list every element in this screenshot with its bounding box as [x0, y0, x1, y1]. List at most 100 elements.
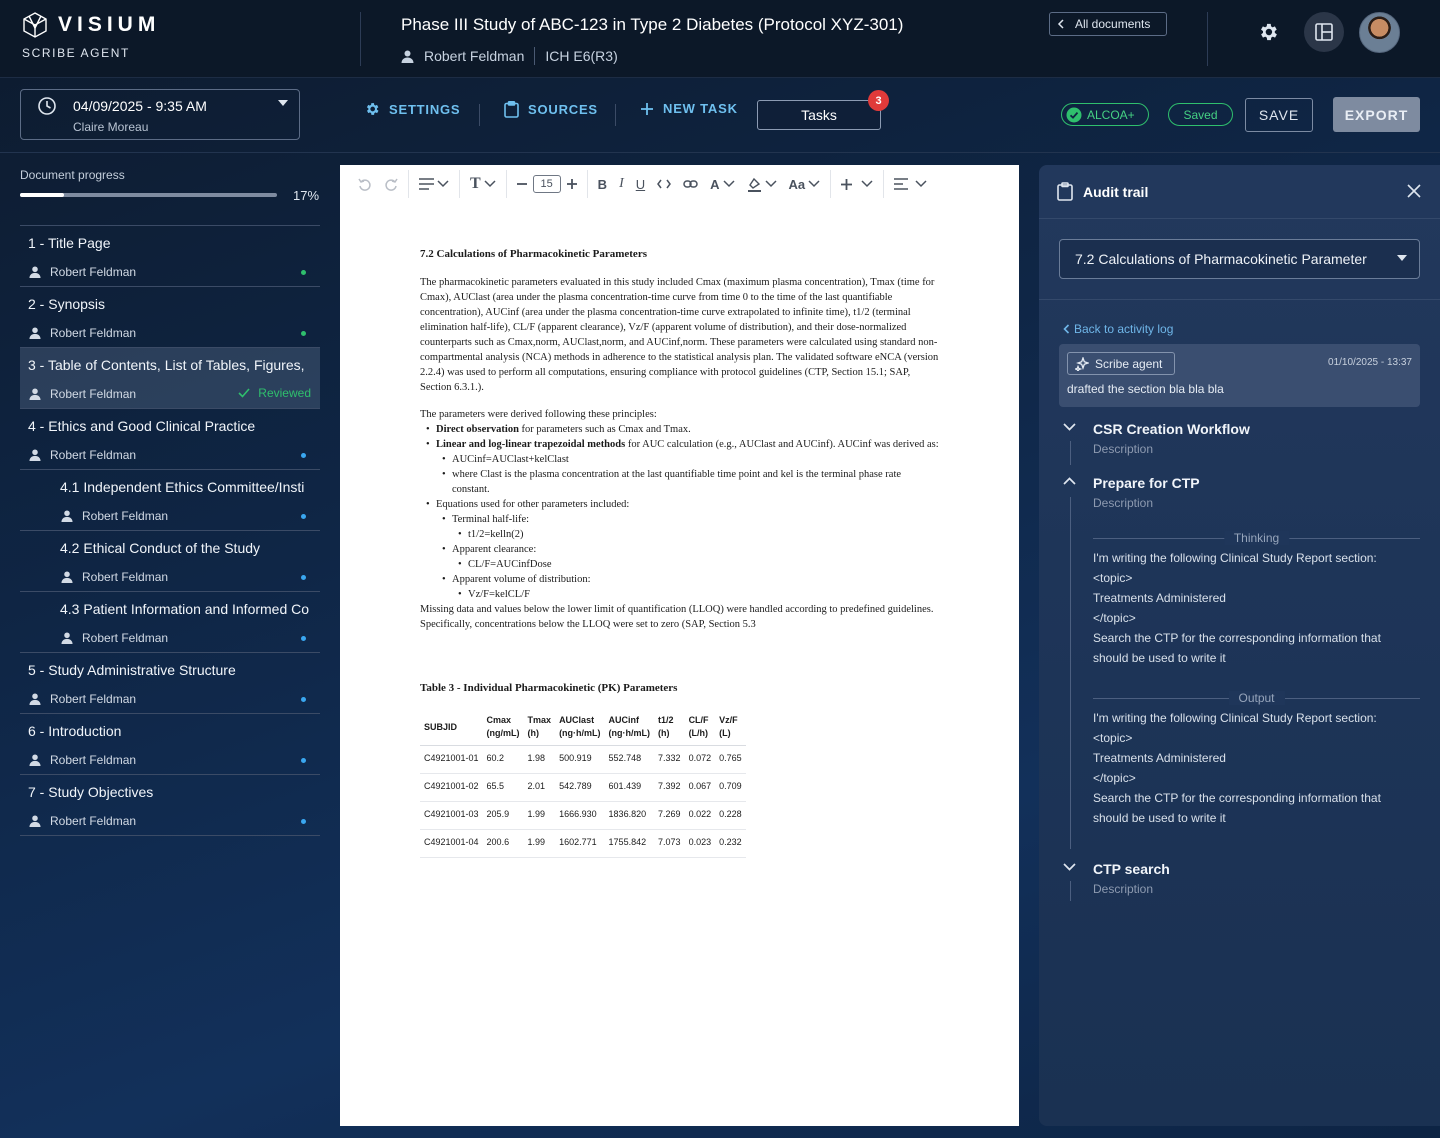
sidebar-section-item[interactable]: 7 - Study Objectives Robert Feldman [20, 775, 320, 836]
layout-toggle-button[interactable] [1304, 12, 1344, 52]
tasks-button[interactable]: Tasks [757, 100, 881, 130]
progress-bar-fill [20, 193, 64, 197]
check-icon [238, 388, 250, 398]
sources-button[interactable]: SOURCES [504, 101, 598, 118]
highlight-color-dropdown[interactable] [741, 171, 783, 197]
table-row: C4921001-04 200.6 1.99 1602.771 1755.842 7.07… [420, 829, 746, 858]
close-icon[interactable] [1407, 184, 1421, 198]
text-line: Search the CTP for the corresponding inf… [1093, 791, 1381, 805]
table-cell: 7.269 [654, 801, 685, 830]
sidebar-section-item[interactable]: 4.2 Ethical Conduct of the Study Robert F… [20, 531, 320, 592]
status-dot [301, 697, 306, 702]
export-button[interactable]: EXPORT [1333, 97, 1420, 132]
section-title: 2 - Synopsis [28, 296, 106, 312]
section-title: 6 - Introduction [28, 723, 122, 739]
layout-icon [1314, 22, 1334, 42]
table-cell: 60.2 [482, 745, 524, 774]
settings-button[interactable]: SETTINGS [364, 101, 460, 117]
save-button[interactable]: SAVE [1245, 98, 1313, 132]
table-column-header: Cmax (ng/mL) [482, 710, 524, 746]
table-cell: C4921001-04 [420, 829, 483, 858]
document-guideline: ICH E6(R3) [545, 48, 618, 64]
text-case-dropdown[interactable]: Aa [783, 171, 827, 197]
sidebar-section-item[interactable]: 4.1 Independent Ethics Committee/Insti Ro… [20, 470, 320, 531]
bold-button[interactable]: B [592, 171, 613, 197]
audit-trail-panel: Audit trail 7.2 Calculations of Pharmaco… [1039, 165, 1440, 1126]
chevron-down-icon[interactable] [1063, 863, 1076, 871]
status-dot [301, 758, 306, 763]
chevron-down-icon[interactable] [1063, 423, 1076, 431]
sidebar-section-item[interactable]: 5 - Study Administrative Structure Robert… [20, 653, 320, 714]
font-color-dropdown[interactable]: A [704, 171, 740, 197]
sidebar-section-item[interactable]: 1 - Title Page Robert Feldman [20, 226, 320, 287]
new-task-button[interactable]: NEW TASK [640, 101, 738, 116]
column-header-name: CL/F [688, 715, 709, 725]
alcoa-label: ALCOA+ [1087, 107, 1135, 122]
text-line: should be used to write it [1093, 811, 1226, 825]
column-header-unit: (ng·h/mL) [559, 728, 601, 738]
sidebar-section-item[interactable]: 3 - Table of Contents, List of Tables, F… [20, 348, 320, 409]
document-editor[interactable]: T 15 B I U A Aa 7.2 Calculations of Phar… [340, 165, 1019, 1126]
document-page[interactable]: 7.2 Calculations of Pharmacokinetic Para… [420, 247, 940, 858]
redo-button[interactable] [378, 171, 404, 197]
italic-button[interactable]: I [613, 171, 630, 197]
section-owner-name: Robert Feldman [50, 326, 137, 340]
all-documents-button[interactable]: All documents [1049, 12, 1167, 36]
table-cell: 7.392 [654, 773, 685, 802]
undo-button[interactable] [352, 171, 378, 197]
column-header-unit: (L/h) [688, 728, 709, 738]
font-size-decrease-button[interactable] [511, 171, 533, 197]
section-owner-name: Robert Feldman [82, 570, 169, 584]
list-item: Direct observation for parameters such a… [420, 422, 940, 437]
brand-logo[interactable]: VISIUM SCRIBE AGENT [22, 12, 160, 60]
text-type-dropdown[interactable]: T [464, 171, 502, 197]
column-header-unit: (h) [527, 728, 540, 738]
settings-gear-button[interactable] [1252, 16, 1284, 48]
table-cell: 1602.771 [555, 829, 605, 858]
underline-button[interactable]: U [630, 171, 651, 197]
workflow-connector [1070, 497, 1071, 849]
link-button[interactable] [677, 171, 704, 197]
list-item: Terminal half-life: [420, 512, 940, 527]
brand-name: VISIUM [58, 13, 161, 36]
align-dropdown[interactable] [888, 171, 933, 197]
chevron-left-icon [1063, 324, 1070, 334]
code-button[interactable] [651, 171, 677, 197]
section-select[interactable]: 7.2 Calculations of Pharmacokinetic Para… [1059, 239, 1420, 279]
chevron-up-icon[interactable] [1063, 477, 1076, 485]
status-dot [301, 514, 306, 519]
output-text: I'm writing the following Clinical Study… [1093, 708, 1423, 828]
table-row: C4921001-01 60.2 1.98 500.919 552.748 7.332 0.… [420, 745, 746, 774]
person-icon [61, 510, 73, 522]
check-circle-icon [1066, 107, 1082, 123]
all-documents-label: All documents [1075, 17, 1151, 31]
version-date: 04/09/2025 - 9:35 AM [73, 98, 207, 114]
version-date-picker[interactable]: 04/09/2025 - 9:35 AM Claire Moreau [20, 89, 300, 140]
sidebar-section-item[interactable]: 4.3 Patient Information and Informed Co R… [20, 592, 320, 653]
insert-dropdown[interactable] [835, 171, 879, 197]
column-header-unit: (ng·h/mL) [608, 728, 651, 738]
toolbar-separator [830, 170, 832, 198]
column-header-name: Vz/F [719, 715, 738, 725]
font-size-input[interactable]: 15 [532, 175, 561, 193]
principles-list: Direct observation for parameters such a… [420, 422, 940, 602]
table-cell: 1.99 [523, 801, 556, 830]
brand-subtitle: SCRIBE AGENT [22, 46, 130, 60]
person-icon [61, 632, 73, 644]
user-avatar[interactable] [1359, 12, 1400, 53]
activity-entry[interactable]: Scribe agent 01/10/2025 - 13:37 drafted … [1059, 344, 1420, 407]
table-cell: 7.073 [654, 829, 685, 858]
sidebar-section-item[interactable]: 4 - Ethics and Good Clinical Practice Rob… [20, 409, 320, 470]
paragraph: The pharmacokinetic parameters evaluated… [420, 277, 939, 393]
font-size-increase-button[interactable] [561, 171, 583, 197]
table-cell: 0.067 [684, 773, 716, 802]
sparkle-icon [1075, 356, 1089, 371]
paragraph-style-dropdown[interactable] [413, 171, 455, 197]
column-header-name: SUBJID [424, 721, 458, 732]
sidebar-section-item[interactable]: 6 - Introduction Robert Feldman [20, 714, 320, 775]
section-title: 4.1 Independent Ethics Committee/Insti [60, 479, 305, 495]
meta-divider [534, 47, 536, 65]
person-icon [29, 754, 41, 766]
back-to-activity-log-link[interactable]: Back to activity log [1063, 322, 1173, 336]
sidebar-section-item[interactable]: 2 - Synopsis Robert Feldman [20, 287, 320, 348]
